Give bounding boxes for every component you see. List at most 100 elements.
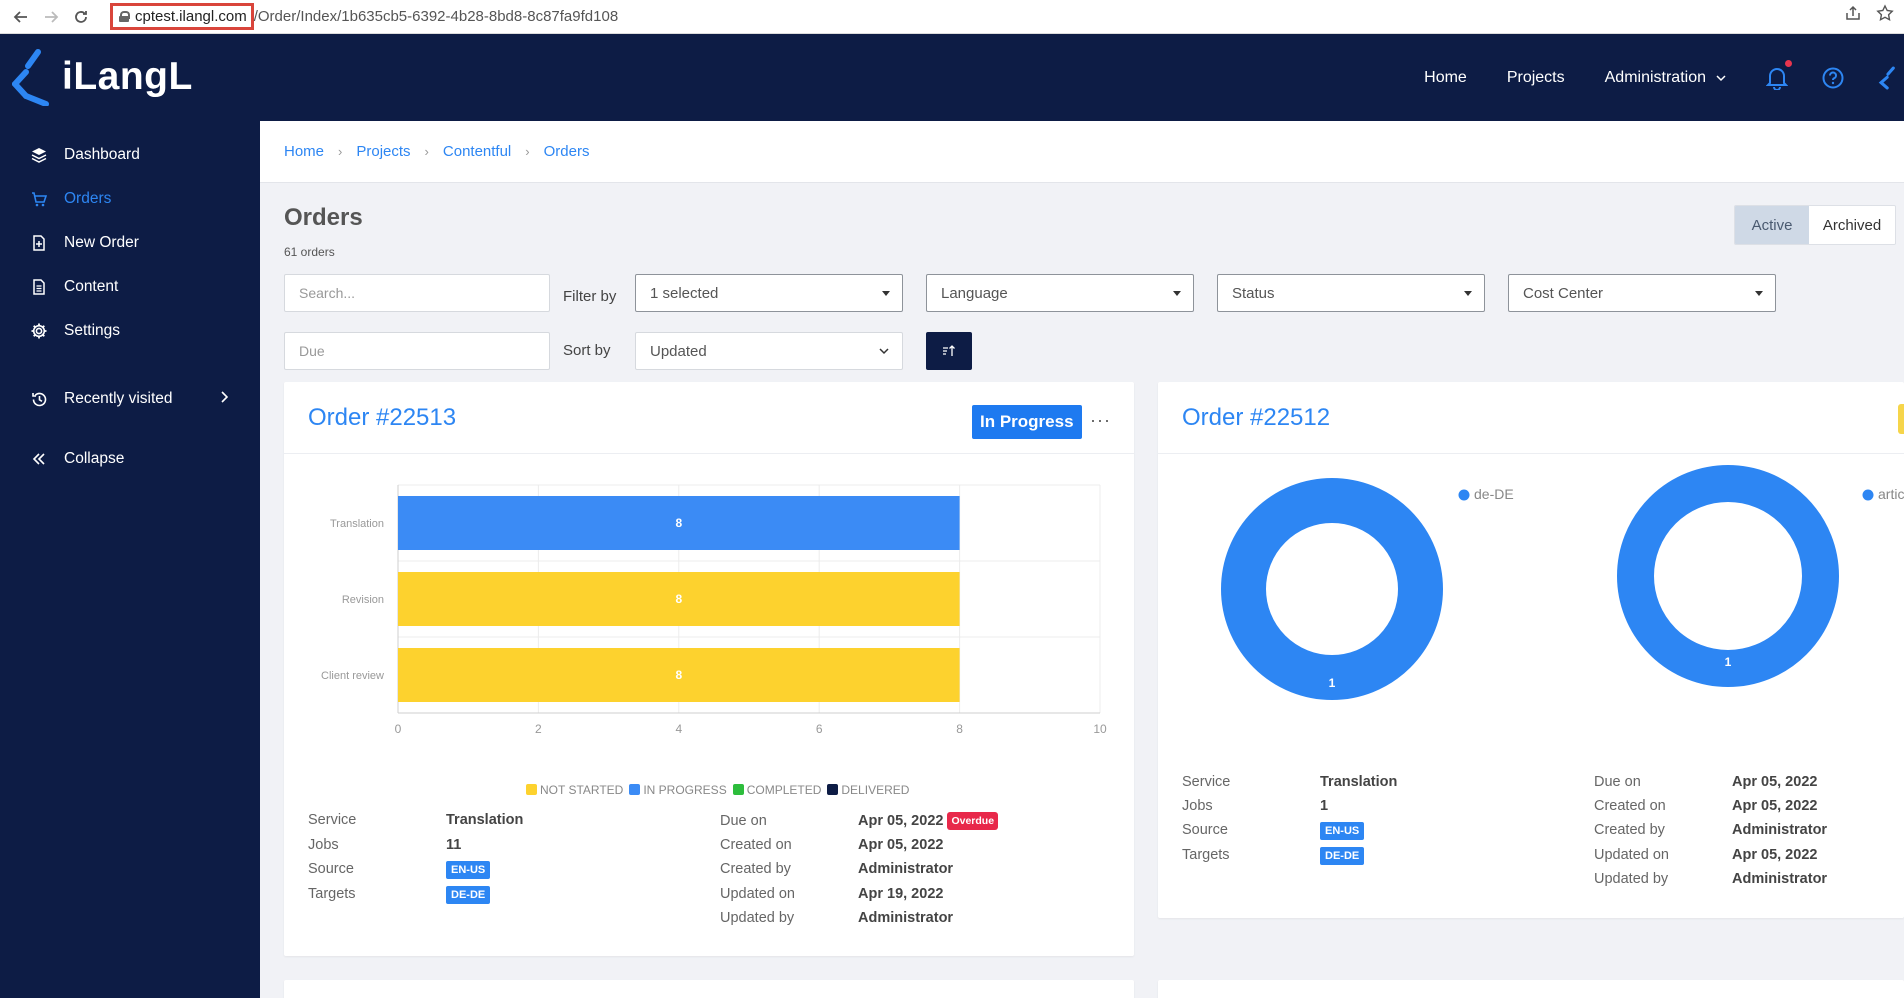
order-count: 61 orders [284,245,335,259]
sidebar-item-orders[interactable]: Orders [0,177,260,221]
x-tick-label: 4 [675,722,682,736]
back-icon[interactable] [6,2,36,32]
order-card[interactable]: Order #22513 In Progress ··· 0 2 4 6 8 10 Tran… [284,382,1134,956]
chevron-right-icon: › [525,144,530,159]
breadcrumb-orders[interactable]: Orders [544,143,590,160]
meta-value: 11 [446,837,462,853]
gear-icon [30,322,48,340]
help-icon[interactable] [1822,67,1844,89]
order-title[interactable]: Order #22512 [1182,404,1330,432]
meta-label: Due on [1594,774,1641,790]
due-date-input[interactable]: Due [284,332,550,370]
project-filter-select[interactable]: 1 selected [635,274,903,312]
topnav-administration-label: Administration [1604,68,1706,86]
meta-label: Updated on [720,886,795,902]
breadcrumb-projects[interactable]: Projects [356,143,410,160]
search-input[interactable]: Search... [284,274,550,312]
legend-item[interactable]: DELIVERED [827,783,909,797]
layers-icon [30,146,48,164]
sidebar-item-dashboard[interactable]: Dashboard [0,133,260,177]
toggle-archived[interactable]: Archived [1809,206,1895,244]
language-filter-value: Language [941,284,1008,302]
order-card[interactable] [1158,980,1904,998]
sidebar-item-content[interactable]: Content [0,265,260,309]
legend-item[interactable]: COMPLETED [732,783,821,797]
sort-by-label: Sort by [563,342,611,359]
meta-label: Source [1182,822,1228,838]
language-filter-select[interactable]: Language [926,274,1194,312]
legend-label: NOT STARTED [540,782,624,797]
legend-item[interactable]: IN PROGRESS [629,783,727,797]
url-path: /Order/Index/1b635cb5-6392-4b28-8bd8-8c8… [253,8,619,25]
meta-label: Targets [308,886,356,902]
data-label: 8 [675,592,682,606]
more-options-icon[interactable]: ··· [1090,410,1111,431]
meta-label: Created on [720,837,792,853]
order-card[interactable] [284,980,1134,998]
document-icon [30,278,48,296]
legend-item[interactable]: NOT STARTED [526,783,623,797]
toggle-active[interactable]: Active [1735,206,1809,244]
logo[interactable]: iLangL [12,48,193,106]
chevron-right-icon [220,390,229,408]
source-language-tag: EN-US [1320,822,1365,840]
sort-direction-button[interactable] [926,332,972,370]
sidebar-item-label: Content [64,278,119,295]
sidebar-item-collapse[interactable]: Collapse [0,437,260,481]
sidebar-item-new-order[interactable]: New Order [0,221,260,265]
topnav-administration[interactable]: Administration [1605,69,1726,87]
cost-center-filter-select[interactable]: Cost Center [1508,274,1776,312]
share-icon[interactable] [1844,4,1862,27]
topnav-projects[interactable]: Projects [1507,69,1565,87]
sidebar-item-label: New Order [64,234,139,251]
meta-label: Service [308,812,357,828]
legend-swatch [827,784,839,795]
x-tick-label: 0 [395,722,402,736]
sort-select[interactable]: Updated [635,332,903,370]
order-card-header: Order #22513 In Progress ··· [284,382,1134,454]
filter-by-label: Filter by [563,288,617,305]
meta-label: Targets [1182,847,1230,863]
x-tick-label: 10 [1093,722,1107,736]
bookmark-star-icon[interactable] [1876,4,1894,27]
sidebar-item-label: Collapse [64,450,125,467]
chevron-right-icon: › [424,144,429,159]
meta-label: Source [308,861,354,877]
caret-down-icon [1173,291,1181,296]
meta-label: Updated by [720,910,795,926]
notifications-bell-icon[interactable] [1766,59,1792,90]
sidebar-item-recently-visited[interactable]: Recently visited [0,377,260,421]
legend-label: de-DE [1474,486,1514,502]
status-filter-select[interactable]: Status [1217,274,1485,312]
topnav-home[interactable]: Home [1424,69,1467,87]
breadcrumb: Home › Projects › Contentful › Orders [260,121,1904,183]
url-host-highlight: cptest.ilangl.com [110,3,254,30]
x-tick-label: 8 [956,722,963,736]
sidebar-item-label: Dashboard [64,146,140,163]
status-badge-partial [1898,404,1904,434]
order-card[interactable]: Order #22512 1 de-DE 1 articl Service Transl… [1158,382,1904,918]
user-menu-icon[interactable] [1878,63,1904,93]
sidebar: Dashboard Orders New Order Content Setti… [0,121,260,998]
url-host: cptest.ilangl.com [135,8,247,25]
reload-icon[interactable] [66,2,96,32]
meta-label: Created on [1594,798,1666,814]
breadcrumb-home[interactable]: Home [284,143,324,160]
legend-swatch [526,784,537,795]
forward-icon[interactable] [36,2,66,32]
language-donut-charts: 1 de-DE 1 articl [1221,465,1904,700]
project-filter-value: 1 selected [650,284,719,302]
meta-label: Created by [1594,822,1665,838]
app-header: iLangL Home Projects Administration [0,34,1904,121]
sidebar-item-settings[interactable]: Settings [0,309,260,353]
logo-text: iLangL [62,55,193,98]
status-badge: In Progress [972,405,1082,439]
order-title[interactable]: Order #22513 [308,404,456,432]
address-bar[interactable]: cptest.ilangl.com /Order/Index/1b635cb5-… [110,3,618,30]
lock-icon [119,11,130,22]
data-label: 1 [1329,676,1336,690]
chart-legend: NOT STARTED IN PROGRESS COMPLETED DELIVERED [526,782,915,800]
double-chevron-left-icon [30,450,48,468]
breadcrumb-contentful[interactable]: Contentful [443,143,511,160]
legend-swatch [1458,489,1470,501]
